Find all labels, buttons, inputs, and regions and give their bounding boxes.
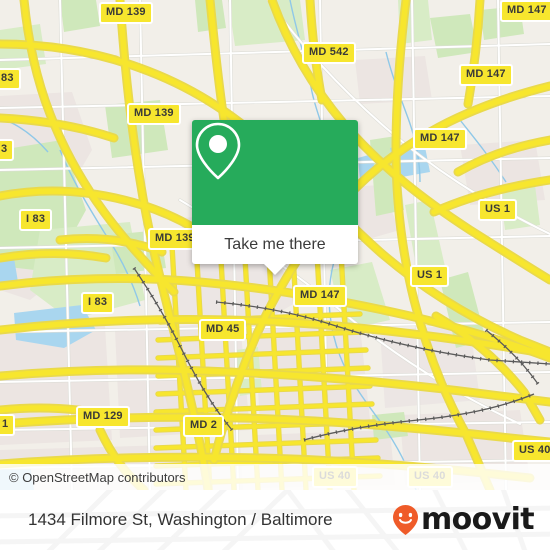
popup-tail — [264, 264, 286, 275]
road-shield: MD 542 — [302, 42, 356, 64]
moovit-smiley-pin-icon — [392, 505, 418, 535]
take-me-there-label: Take me there — [224, 235, 326, 253]
road-shield: MD 45 — [199, 319, 247, 341]
road-shield: MD 2 — [183, 415, 225, 437]
map-pin-icon — [195, 122, 241, 180]
road-shield: I 83 — [19, 209, 53, 231]
popup-action-bar[interactable]: Take me there — [192, 225, 358, 275]
road-shield: MD 139 — [99, 2, 153, 24]
address-label: 1434 Filmore St, Washington / Baltimore — [28, 510, 333, 529]
road-shield: 1 — [0, 414, 16, 436]
map-attribution: © OpenStreetMap contributors — [0, 464, 550, 490]
moovit-map-screen: .land{fill:#f2efe9} .res{fill:#ece5e2} .… — [0, 0, 550, 550]
road-shield: MD 147 — [293, 285, 347, 307]
road-shield: I 83 — [81, 292, 115, 314]
road-shield: US 1 — [410, 265, 450, 287]
moovit-wordmark: moovit — [420, 502, 535, 537]
road-shield: MD 129 — [76, 406, 130, 428]
road-shield: MD 147 — [459, 64, 513, 86]
moovit-logo[interactable]: moovit — [392, 490, 535, 550]
popup-header — [192, 120, 358, 225]
road-shield: US 40 — [512, 440, 550, 462]
road-shield: 83 — [0, 68, 21, 90]
map-canvas[interactable]: .land{fill:#f2efe9} .res{fill:#ece5e2} .… — [0, 0, 550, 490]
road-shield: MD 147 — [500, 0, 550, 22]
road-shield: MD 139 — [127, 103, 181, 125]
location-popup-card[interactable]: Take me there — [192, 120, 358, 275]
bottom-info-bar: 1434 Filmore St, Washington / Baltimore … — [0, 490, 550, 550]
road-shield: US 1 — [478, 199, 518, 221]
road-shield: 3 — [0, 139, 15, 161]
attribution-text: © OpenStreetMap contributors — [9, 469, 186, 485]
road-shield: MD 147 — [413, 128, 467, 150]
